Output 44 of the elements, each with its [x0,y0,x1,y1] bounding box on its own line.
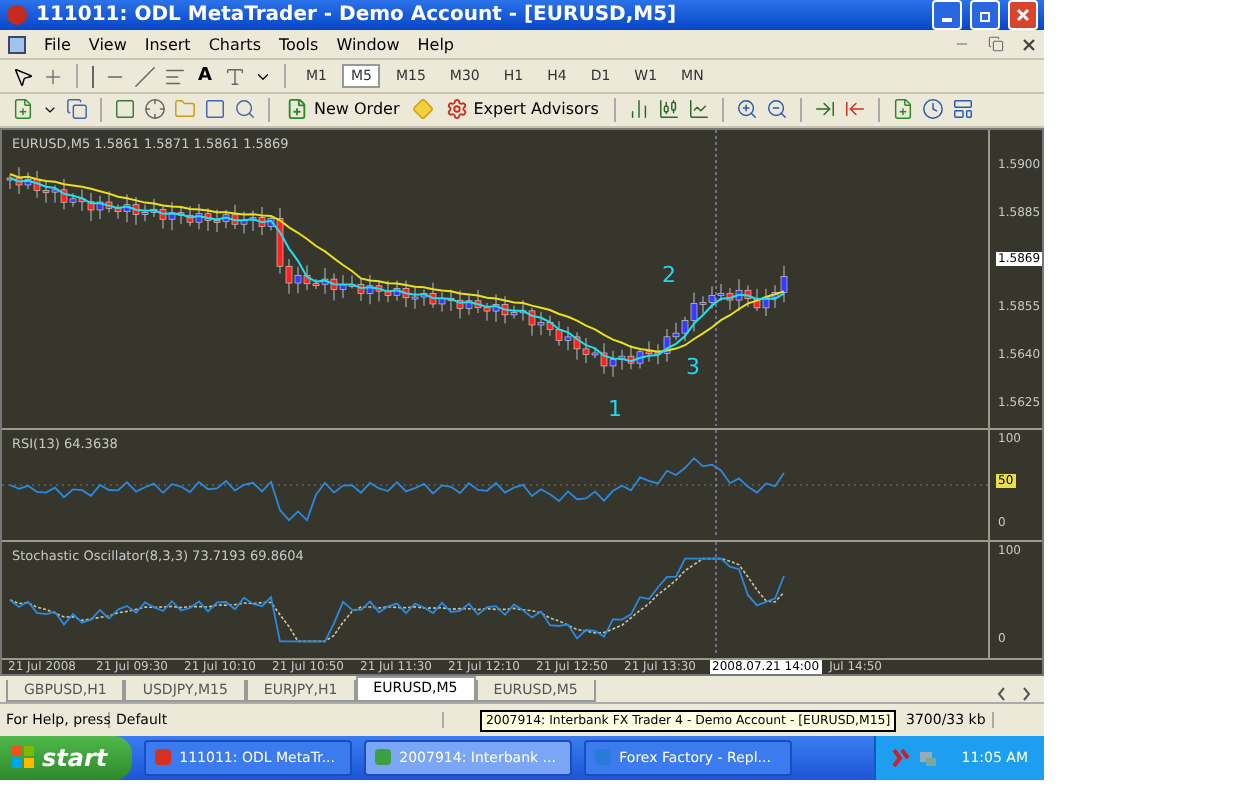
menu-item[interactable]: Help [417,35,454,54]
gear-icon [445,98,468,121]
expert-advisors-button[interactable]: Expert Advisors [441,98,603,121]
restore-button[interactable] [970,0,1000,31]
menu-item[interactable]: Insert [144,35,191,54]
window-title: 111011: ODL MetaTrader - Demo Account - [EURUSD,M5] [36,4,679,27]
wave-label: 1 [608,395,622,422]
menu-item[interactable]: Charts [208,35,261,54]
menu-item[interactable]: Window [336,35,400,54]
scroll-right-icon[interactable] [1020,685,1032,702]
crosshair-line [715,429,717,538]
program-icon [373,748,392,767]
program-icon [593,748,612,767]
vertical-line-icon[interactable] [90,65,96,88]
new-order-icon [286,98,308,121]
zoom-out-icon[interactable] [766,98,789,121]
wave-label: 3 [686,353,700,380]
app-icon [6,4,28,27]
menu-item[interactable]: View [88,35,127,54]
menu-item[interactable]: File [44,35,71,54]
text-label-icon[interactable] [223,65,246,88]
crosshair-icon[interactable] [42,65,64,88]
new-order-button[interactable]: New Order [282,98,404,121]
chart-window-icon [8,35,26,54]
minimize-button[interactable] [932,0,962,31]
line-chart-icon[interactable] [688,98,711,121]
program-icon [153,748,172,767]
scroll-left-icon[interactable] [996,685,1008,702]
windows-logo-icon [12,746,34,769]
zoom-in-icon[interactable] [736,98,759,121]
crosshair-line [715,541,717,656]
bar-chart-icon[interactable] [628,98,651,121]
close-button[interactable] [1008,0,1038,31]
candlestick-icon[interactable] [658,98,681,121]
trendline-icon[interactable] [134,65,156,88]
restore-icon [978,8,992,23]
cursor-icon[interactable] [12,65,34,88]
text-tool-button[interactable]: A [194,66,216,87]
close-icon[interactable] [1022,37,1036,52]
menu-item[interactable]: Tools [278,35,319,54]
new-chart-icon[interactable] [12,98,34,121]
close-icon [1016,8,1030,23]
wave-label: 2 [662,261,676,288]
restore-icon[interactable] [988,36,1004,53]
